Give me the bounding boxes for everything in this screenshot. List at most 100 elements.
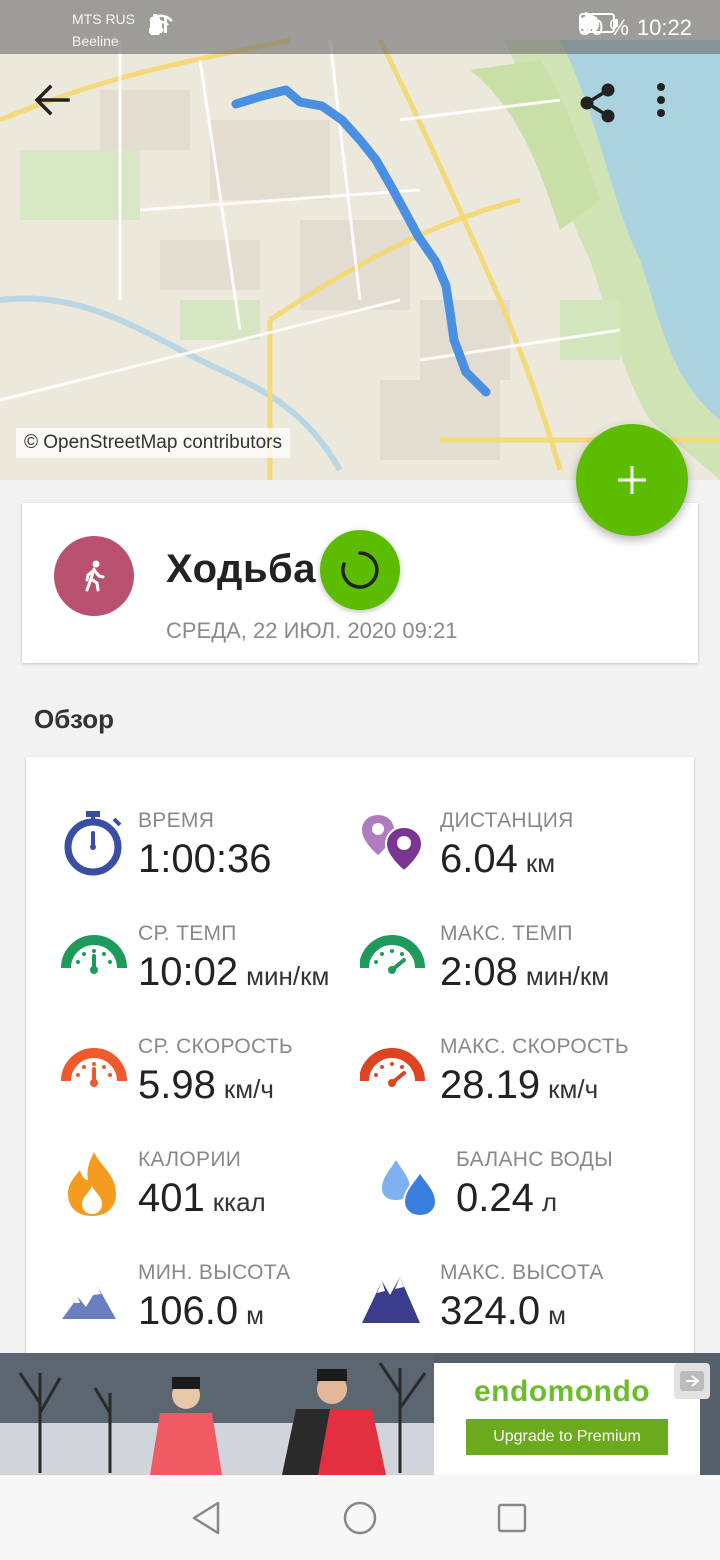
carrier-labels: MTS RUS Beeline	[72, 8, 135, 52]
stat-value-unit: ккал	[212, 1187, 266, 1217]
sport-avatar	[54, 536, 134, 616]
stat-avg-pace: СР. ТЕМП 10:02 мин/км	[60, 922, 380, 1022]
stat-value: 10:02 мин/км	[138, 950, 329, 995]
stat-value: 0.24 л	[456, 1176, 557, 1221]
stat-value-unit: м	[246, 1300, 264, 1330]
avg-pace-gauge-icon	[61, 935, 127, 974]
sync-button[interactable]	[320, 530, 400, 610]
system-nav-bar	[0, 1476, 720, 1560]
stat-label: СР. СКОРОСТЬ	[138, 1035, 293, 1058]
carrier-2: Beeline	[72, 33, 119, 49]
clock: 10:22	[636, 15, 692, 40]
stat-value-number: 106.0	[138, 1289, 239, 1333]
stopwatch-icon	[64, 811, 122, 876]
overview-title: Обзор	[34, 704, 114, 734]
stat-value-number: 28.19	[440, 1063, 541, 1107]
activity-title: Ходьба	[166, 547, 316, 591]
route-map[interactable]: MTS RUS Beeline 50 % 10:22 © OpenStreetM…	[0, 0, 720, 480]
stat-value-number: 1:00:36	[138, 837, 272, 881]
stat-label: ВРЕМЯ	[138, 809, 215, 832]
more-vert-icon	[657, 83, 665, 117]
status-bar: MTS RUS Beeline 50 % 10:22	[0, 0, 720, 54]
avg-speed-gauge-icon	[61, 1048, 127, 1087]
stat-value-unit: мин/км	[246, 961, 330, 991]
ad-close-button[interactable]	[674, 1363, 710, 1399]
ad-close-icon	[680, 1371, 704, 1391]
stat-value-unit: мин/км	[525, 961, 610, 991]
plus-icon	[618, 466, 646, 494]
stat-value-unit: л	[541, 1187, 558, 1217]
map-pins-icon	[362, 815, 424, 873]
nav-recents-square-icon	[497, 1503, 527, 1533]
activity-date: СРЕДА, 22 ИЮЛ. 2020 09:21	[166, 618, 458, 643]
stat-value: 6.04 км	[440, 837, 555, 882]
ad-panel[interactable]: endomondo Upgrade to Premium	[434, 1363, 700, 1475]
stat-water-balance: БАЛАНС ВОДЫ 0.24 л	[376, 1148, 696, 1248]
overview-stats-card: ВРЕМЯ 1:00:36 ДИСТАНЦИЯ 6.04 км СР. ТЕМП …	[26, 757, 694, 1377]
stat-label: ДИСТАНЦИЯ	[440, 809, 574, 832]
stat-value: 28.19 км/ч	[440, 1063, 598, 1108]
flame-icon	[68, 1152, 116, 1216]
nav-home-button[interactable]	[336, 1494, 384, 1542]
stat-value: 2:08 мин/км	[440, 950, 609, 995]
stat-value-unit: км/ч	[223, 1074, 274, 1104]
share-icon	[580, 83, 615, 123]
stat-value-number: 0.24	[456, 1176, 534, 1220]
walking-icon	[85, 560, 105, 592]
water-drops-icon	[382, 1160, 438, 1218]
stat-value-number: 5.98	[138, 1063, 216, 1107]
nav-back-triangle-icon	[192, 1501, 220, 1535]
stat-value: 324.0 м	[440, 1289, 566, 1334]
back-button[interactable]	[34, 84, 78, 128]
status-right: 50 % 10:22	[578, 12, 692, 44]
nav-back-button[interactable]	[182, 1494, 230, 1542]
share-button[interactable]	[578, 82, 622, 126]
max-altitude-mountains-icon	[362, 1277, 420, 1323]
battery-saver-icon	[150, 14, 160, 35]
stat-value-number: 324.0	[440, 1289, 541, 1333]
activity-header-card: Ходьба СРЕДА, 22 ИЮЛ. 2020 09:21	[22, 503, 698, 663]
ad-image	[0, 1353, 434, 1475]
stat-label: МИН. ВЫСОТА	[138, 1261, 291, 1284]
upgrade-premium-button[interactable]: Upgrade to Premium	[466, 1419, 668, 1455]
stat-max-pace: МАКС. ТЕМП 2:08 мин/км	[360, 922, 680, 1022]
stat-label: СР. ТЕМП	[138, 922, 237, 945]
stat-value-unit: м	[548, 1300, 566, 1330]
endomondo-logo: endomondo	[474, 1375, 651, 1408]
add-fab-button[interactable]	[576, 424, 688, 536]
stat-value: 1:00:36	[138, 837, 279, 882]
stat-label: МАКС. ТЕМП	[440, 922, 573, 945]
stat-value: 401 ккал	[138, 1176, 266, 1221]
stat-value-unit: км	[525, 848, 556, 878]
stat-value-number: 6.04	[440, 837, 518, 881]
more-options-button[interactable]	[656, 82, 696, 126]
stat-value-number: 10:02	[138, 950, 239, 994]
battery-icon	[578, 13, 618, 33]
max-speed-gauge-icon	[360, 1048, 425, 1087]
stat-calories: КАЛОРИИ 401 ккал	[60, 1148, 380, 1248]
stat-distance: ДИСТАНЦИЯ 6.04 км	[360, 809, 680, 909]
max-pace-gauge-icon	[360, 935, 425, 974]
stat-label: БАЛАНС ВОДЫ	[456, 1148, 614, 1171]
carrier-1: MTS RUS	[72, 11, 135, 27]
min-altitude-mountains-icon	[62, 1287, 116, 1319]
stat-label: МАКС. СКОРОСТЬ	[440, 1035, 629, 1058]
stat-value-number: 401	[138, 1176, 205, 1220]
stat-label: МАКС. ВЫСОТА	[440, 1261, 604, 1284]
sync-icon	[341, 551, 379, 589]
ad-banner[interactable]: endomondo Upgrade to Premium	[0, 1353, 720, 1475]
stat-label: КАЛОРИИ	[138, 1148, 242, 1171]
stat-value-number: 2:08	[440, 950, 518, 994]
map-attribution[interactable]: © OpenStreetMap contributors	[16, 428, 290, 458]
nav-recents-button[interactable]	[488, 1494, 536, 1542]
stat-time: ВРЕМЯ 1:00:36	[60, 809, 380, 909]
arrow-back-icon	[34, 84, 70, 116]
stat-value-unit: км/ч	[548, 1074, 599, 1104]
stat-min-altitude: МИН. ВЫСОТА 106.0 м	[60, 1261, 380, 1361]
map-tiles	[0, 0, 720, 480]
stat-value: 106.0 м	[138, 1289, 264, 1334]
stat-value: 5.98 км/ч	[138, 1063, 274, 1108]
stat-max-speed: МАКС. СКОРОСТЬ 28.19 км/ч	[360, 1035, 680, 1135]
stat-avg-speed: СР. СКОРОСТЬ 5.98 км/ч	[60, 1035, 380, 1135]
stat-max-altitude: МАКС. ВЫСОТА 324.0 м	[360, 1261, 680, 1361]
